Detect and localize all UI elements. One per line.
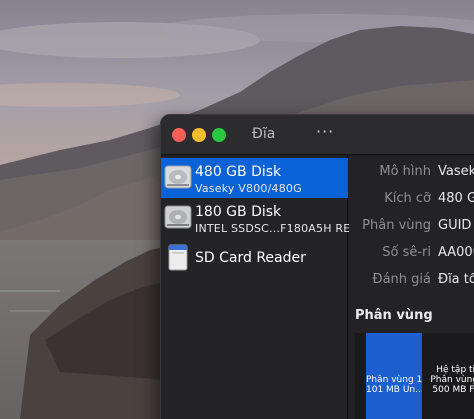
partition-2-size: 500 MB FAT	[432, 385, 474, 395]
disk-utility-window: Đĩa ··· 480 GB Disk Vaseky V800/480G 180…	[160, 114, 474, 419]
partition-2-block[interactable]: Hệ tập tin Phân vùng 2 500 MB FAT	[422, 333, 474, 419]
sidebar-item-name: SD Card Reader	[195, 250, 306, 266]
more-options-button[interactable]: ···	[316, 122, 334, 141]
info-row-model: Mô hình Vaseky	[349, 158, 474, 184]
info-row-partitioning: Phân vùng GUID Pa	[349, 212, 474, 238]
sidebar: 480 GB Disk Vaseky V800/480G 180 GB Disk…	[161, 156, 357, 419]
sidebar-item-sd-card-reader[interactable]: SD Card Reader	[161, 238, 348, 278]
info-value: 480 GB	[438, 191, 474, 206]
partition-map: Phân vùng 1 101 MB Un... Hệ tập tin Phân…	[355, 333, 474, 419]
hard-disk-icon	[164, 205, 192, 229]
info-value: GUID Pa	[438, 218, 474, 233]
info-key: Phân vùng	[362, 218, 431, 233]
disk-info-panel: Mô hình Vaseky Kích cỡ 480 GB Phân vùng …	[349, 156, 474, 419]
partitions-heading: Phân vùng	[355, 308, 433, 323]
close-button[interactable]	[172, 128, 186, 142]
sidebar-item-name: 480 GB Disk	[195, 164, 282, 180]
sidebar-item-subtitle: Vaseky V800/480G	[195, 182, 302, 195]
sidebar-item-180gb-disk[interactable]: 180 GB Disk INTEL SSDSC...F180A5H REF	[161, 198, 357, 238]
partition-1-block[interactable]: Phân vùng 1 101 MB Un...	[366, 333, 422, 419]
hard-disk-icon	[164, 165, 192, 189]
info-key: Số sê-ri	[382, 245, 431, 260]
partition-2-label: Phân vùng 2	[430, 375, 474, 385]
info-key: Mô hình	[379, 164, 431, 179]
window-title: Đĩa	[252, 126, 276, 142]
zoom-button[interactable]	[212, 128, 226, 142]
info-row-size: Kích cỡ 480 GB	[349, 185, 474, 211]
sd-card-icon	[168, 244, 188, 271]
partition-2-fs-label: Hệ tập tin	[436, 365, 474, 375]
info-key: Kích cỡ	[384, 191, 431, 206]
partition-1-label: Phân vùng 1	[366, 375, 422, 385]
info-value: Đĩa tốt	[438, 272, 474, 287]
info-row-assessment: Đánh giá Đĩa tốt	[349, 266, 474, 292]
sidebar-item-name: 180 GB Disk	[195, 204, 282, 220]
sidebar-item-subtitle: INTEL SSDSC...F180A5H REF	[195, 222, 357, 235]
minimize-button[interactable]	[192, 128, 206, 142]
sidebar-item-480gb-disk[interactable]: 480 GB Disk Vaseky V800/480G	[161, 158, 348, 198]
desktop-wallpaper: Đĩa ··· 480 GB Disk Vaseky V800/480G 180…	[0, 0, 474, 419]
info-value: Vaseky	[438, 164, 474, 179]
partition-1-size: 101 MB Un...	[366, 385, 422, 395]
info-key: Đánh giá	[372, 272, 431, 287]
title-bar: Đĩa ···	[161, 115, 474, 155]
info-row-serial: Số sê-ri AA0000	[349, 239, 474, 265]
info-value: AA0000	[438, 245, 474, 260]
